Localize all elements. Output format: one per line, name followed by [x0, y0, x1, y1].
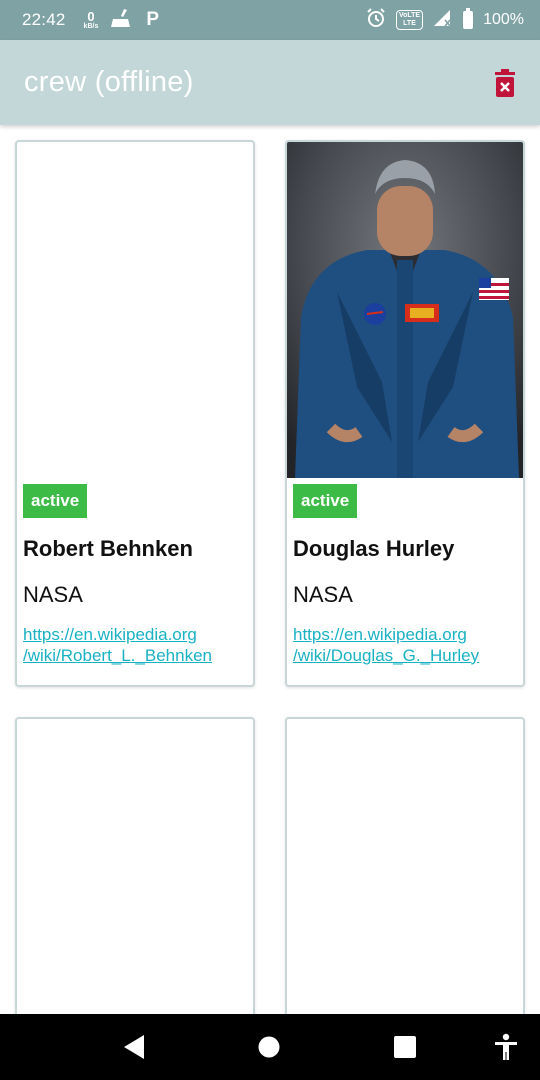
alarm-icon [366, 7, 386, 33]
crew-card[interactable]: active Robert Behnken NASA https://en.wi… [15, 140, 255, 687]
back-icon[interactable] [122, 1034, 146, 1065]
broom-icon [110, 8, 134, 33]
status-badge: active [293, 484, 358, 518]
volte-top-label: VoLTE [398, 12, 421, 20]
status-badge: active [23, 484, 88, 518]
card-body: active Robert Behnken NASA https://en.wi… [23, 484, 249, 666]
network-speed: 0 kB/s [84, 10, 99, 30]
status-left-icons: 0 kB/s P [84, 8, 159, 33]
battery-percent: 100% [483, 11, 524, 28]
wikipedia-link-line2[interactable]: /wiki/Robert_L._Behnken [23, 646, 212, 665]
volte-icon: VoLTE LTE [395, 10, 424, 30]
card-body: active Douglas Hurley NASA https://en.wi… [293, 484, 519, 666]
page-title: crew (offline) [24, 66, 194, 98]
crew-agency: NASA [293, 581, 353, 607]
crew-name: Robert Behnken [23, 535, 193, 561]
wikipedia-link-line2[interactable]: /wiki/Douglas_G._Hurley [293, 646, 479, 665]
volte-bottom-label: LTE [403, 20, 416, 27]
battery-icon [463, 8, 474, 29]
status-bar: 22:42 0 kB/s P VoLTE LTE 100% [0, 0, 540, 40]
status-right-icons: VoLTE LTE 100% [366, 7, 524, 33]
network-speed-value: 0 [87, 9, 95, 24]
wikipedia-link-line1[interactable]: https://en.wikipedia.org [23, 625, 197, 644]
crew-card[interactable] [15, 717, 255, 1057]
crew-card[interactable]: active Douglas Hurley NASA https://en.wi… [285, 140, 525, 687]
screen: 22:42 0 kB/s P VoLTE LTE 100% crew (offl… [0, 0, 540, 1080]
astronaut-photo [287, 142, 523, 478]
wikipedia-link[interactable]: https://en.wikipedia.org /wiki/Douglas_G… [293, 624, 519, 666]
wikipedia-link-line1[interactable]: https://en.wikipedia.org [293, 625, 467, 644]
parking-icon: P [146, 9, 160, 30]
wikipedia-link[interactable]: https://en.wikipedia.org /wiki/Robert_L.… [23, 624, 249, 666]
app-bar: crew (offline) [0, 40, 540, 125]
signal-icon [433, 9, 453, 32]
crew-agency: NASA [23, 581, 83, 607]
status-time: 22:42 [22, 10, 66, 29]
crew-card[interactable] [285, 717, 525, 1057]
recents-icon[interactable] [394, 1036, 416, 1063]
home-icon[interactable] [258, 1036, 280, 1063]
navigation-bar [0, 1014, 540, 1080]
crew-name: Douglas Hurley [293, 535, 455, 561]
network-speed-unit: kB/s [83, 23, 99, 30]
accessibility-icon[interactable] [494, 1033, 518, 1066]
delete-icon[interactable] [494, 68, 516, 98]
